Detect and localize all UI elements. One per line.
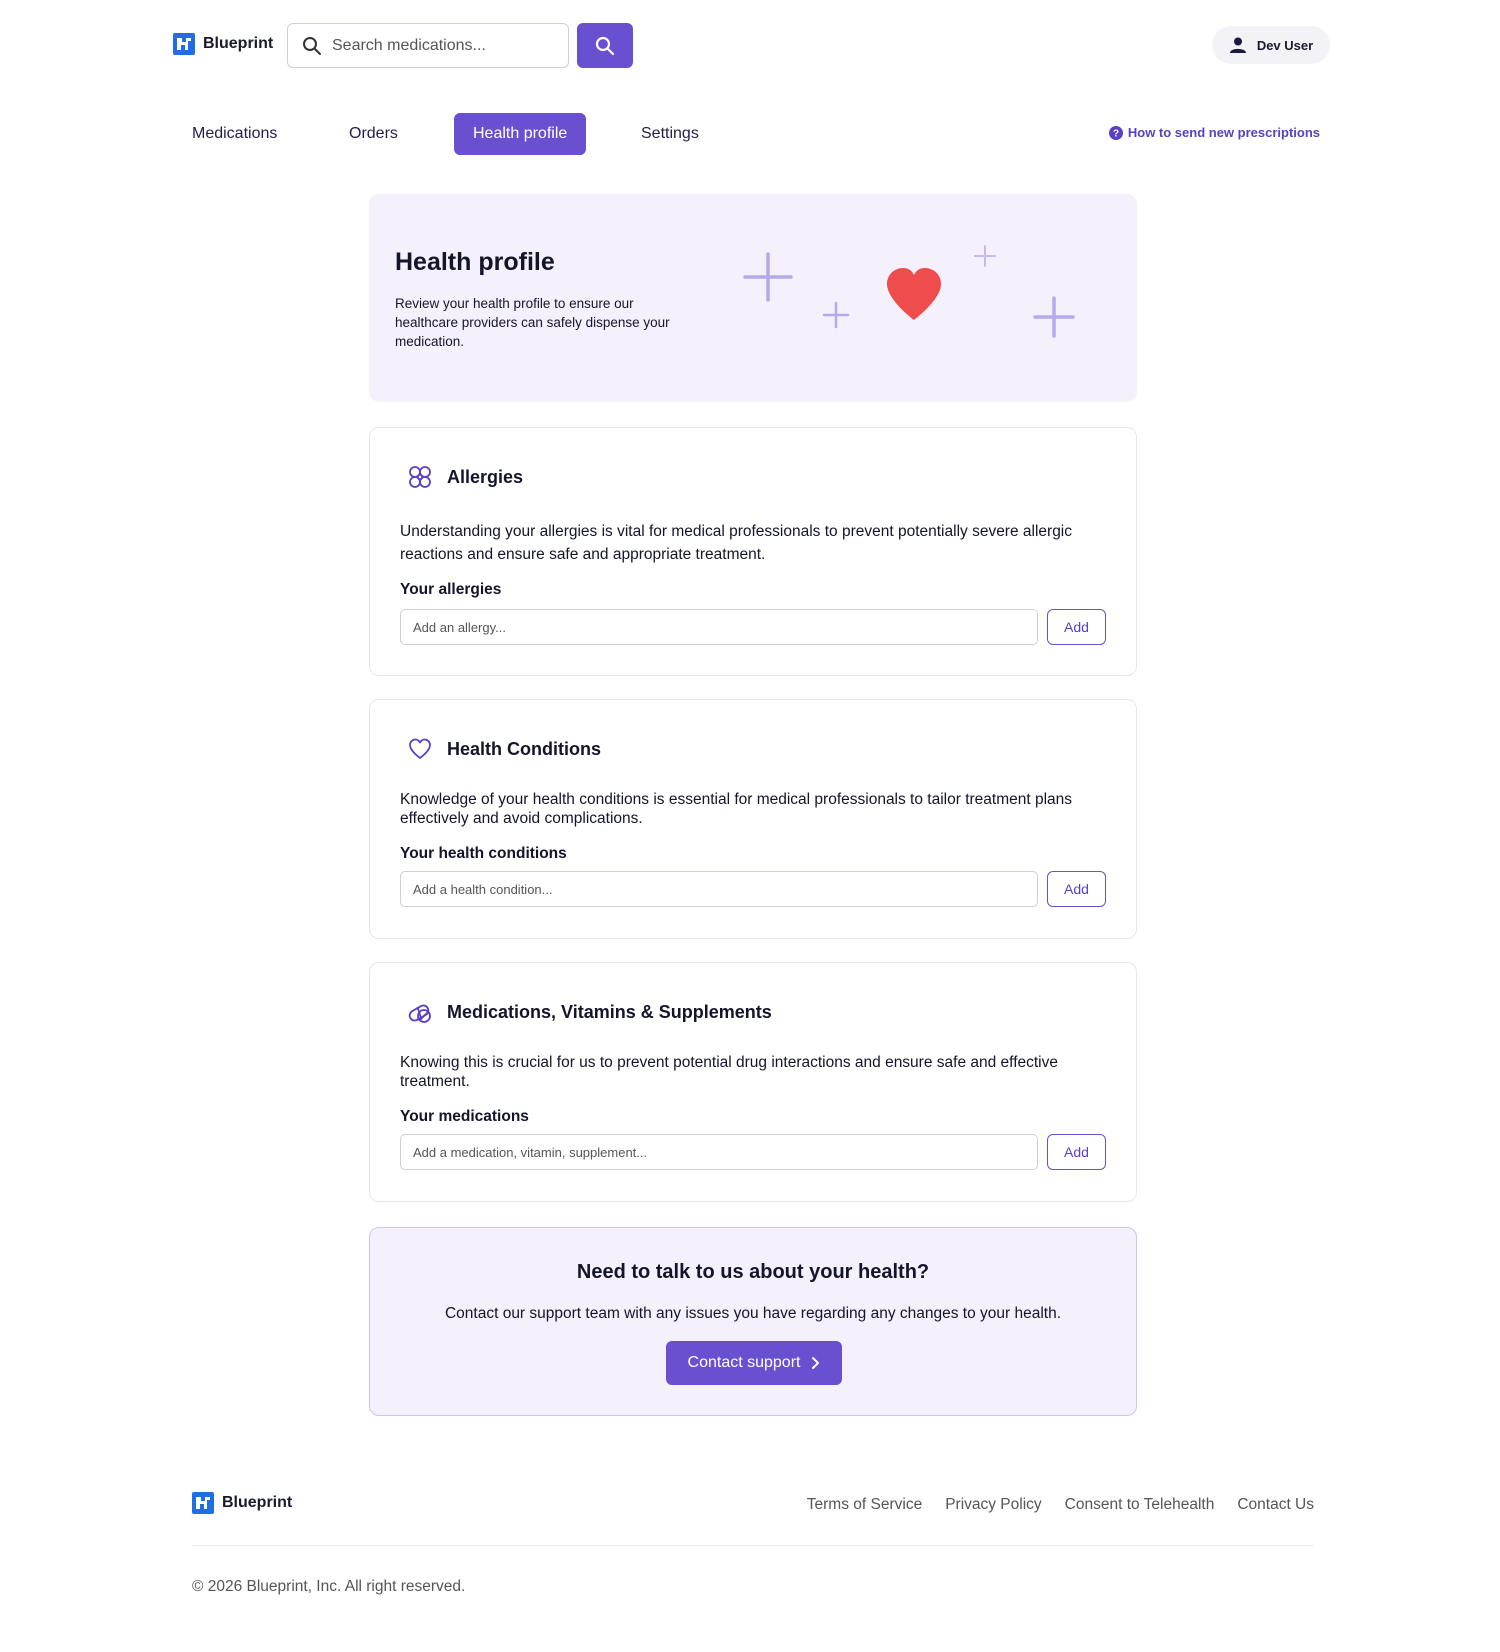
heart-icon [887, 268, 941, 320]
contact-support-label: Contact support [687, 1354, 801, 1371]
plus-icon [743, 252, 793, 302]
help-link-label: How to send new prescriptions [1127, 125, 1320, 140]
user-icon [1229, 37, 1246, 53]
brand-logo[interactable]: Blueprint [173, 33, 273, 55]
add-health-condition-button[interactable]: Add [1047, 871, 1106, 907]
footer-link-telehealth[interactable]: Consent to Telehealth [1065, 1496, 1215, 1514]
support-title: Need to talk to us about your health? [576, 1261, 930, 1283]
medications-card: Medications, Vitamins & Supplements Know… [369, 962, 1137, 1202]
header: Blueprint Dev User [0, 0, 1500, 90]
tab-medications[interactable]: Medications [173, 113, 296, 155]
contact-support-button[interactable]: Contact support [666, 1341, 842, 1385]
add-medication-button[interactable]: Add [1047, 1134, 1106, 1170]
footer-divider [192, 1545, 1314, 1546]
allergy-input[interactable] [400, 609, 1038, 645]
plus-icon [974, 245, 996, 267]
footer-links: Terms of Service Privacy Policy Consent … [807, 1496, 1314, 1514]
search-icon [595, 36, 615, 55]
medication-input[interactable] [400, 1134, 1038, 1170]
footer-logo[interactable]: Blueprint [192, 1492, 292, 1514]
health-conditions-card: Health Conditions Knowledge of your heal… [369, 699, 1137, 939]
health-conditions-label: Your health conditions [400, 845, 567, 862]
plus-icon [822, 301, 850, 329]
footer-link-contact[interactable]: Contact Us [1237, 1496, 1314, 1514]
health-condition-input[interactable] [400, 871, 1038, 907]
blueprint-logo-icon [192, 1492, 214, 1514]
search-button[interactable] [577, 23, 633, 68]
allergies-title: Allergies [447, 466, 524, 487]
footer-brand-name: Blueprint [222, 1494, 293, 1511]
allergies-card: Allergies Understanding your allergies i… [369, 427, 1137, 676]
health-conditions-description: Knowledge of your health conditions is e… [400, 791, 1073, 827]
tab-orders[interactable]: Orders [330, 113, 417, 155]
user-name: Dev User [1256, 37, 1314, 53]
blueprint-logo-icon [173, 33, 195, 55]
search-icon [303, 36, 321, 55]
svg-text:?: ? [1113, 128, 1119, 139]
health-conditions-title: Health Conditions [447, 738, 601, 759]
allergies-label: Your allergies [400, 581, 502, 598]
user-menu[interactable]: Dev User [1212, 26, 1330, 64]
main-nav: Medications Orders Health profile Settin… [0, 113, 1500, 155]
heart-outline-icon [409, 738, 431, 759]
copyright: © 2026 Blueprint, Inc. All right reserve… [192, 1578, 466, 1595]
support-description: Contact our support team with any issues… [444, 1305, 1062, 1322]
decorative-plus-icons [743, 245, 1075, 338]
add-allergy-button[interactable]: Add [1047, 609, 1106, 645]
chevron-right-icon [812, 1357, 820, 1369]
pill-icon [408, 1004, 431, 1023]
help-link[interactable]: ? How to send new prescriptions [1108, 125, 1320, 140]
search-input[interactable] [332, 36, 552, 55]
footer-link-privacy[interactable]: Privacy Policy [945, 1496, 1041, 1514]
medications-header: Medications, Vitamins & Supplements [407, 999, 772, 1025]
medications-description: Knowing this is crucial for us to preven… [400, 1054, 1058, 1090]
footer-link-terms[interactable]: Terms of Service [807, 1496, 922, 1514]
medications-label: Your medications [400, 1108, 529, 1125]
allergies-header: Allergies [407, 464, 523, 490]
health-profile-banner: Health profile Review your health profil… [369, 194, 1137, 401]
support-card: Need to talk to us about your health? Co… [369, 1227, 1137, 1416]
tab-health-profile[interactable]: Health profile [454, 113, 587, 155]
allergy-flower-icon [409, 466, 431, 488]
search-box[interactable] [287, 23, 569, 68]
question-circle-icon: ? [1108, 125, 1123, 140]
tab-settings[interactable]: Settings [622, 113, 718, 155]
allergies-description: Understanding your allergies is vital fo… [400, 523, 1073, 563]
brand-name: Blueprint [203, 35, 274, 52]
health-conditions-header: Health Conditions [407, 736, 601, 762]
medications-title: Medications, Vitamins & Supplements [447, 1001, 772, 1022]
plus-icon [1033, 296, 1075, 338]
